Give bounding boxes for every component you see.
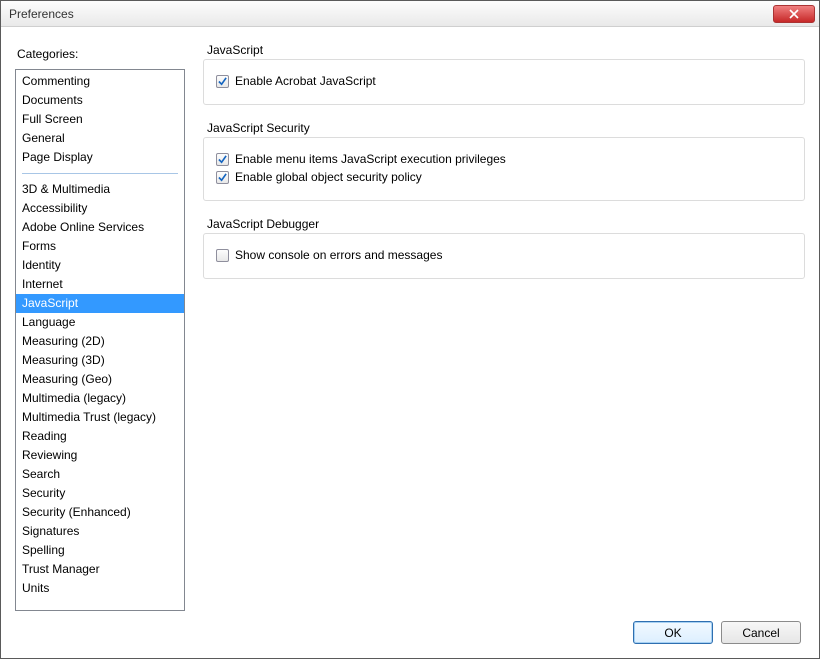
category-item[interactable]: Commenting (16, 72, 184, 91)
group-box-javascript-debugger: Show console on errors and messages (203, 233, 805, 279)
category-item[interactable]: Internet (16, 275, 184, 294)
category-item[interactable]: Reviewing (16, 446, 184, 465)
category-item[interactable]: Forms (16, 237, 184, 256)
category-item[interactable]: Spelling (16, 541, 184, 560)
category-item[interactable]: General (16, 129, 184, 148)
label-enable-acrobat-js: Enable Acrobat JavaScript (235, 74, 376, 88)
category-item[interactable]: Security (16, 484, 184, 503)
checkbox-enable-acrobat-js[interactable] (216, 75, 229, 88)
row-enable-global-object-security: Enable global object security policy (216, 170, 792, 184)
close-button[interactable] (773, 5, 815, 23)
category-item[interactable]: Security (Enhanced) (16, 503, 184, 522)
titlebar: Preferences (1, 1, 819, 27)
ok-button[interactable]: OK (633, 621, 713, 644)
category-item[interactable]: Adobe Online Services (16, 218, 184, 237)
category-item[interactable]: Documents (16, 91, 184, 110)
sidebar: Categories: CommentingDocumentsFull Scre… (15, 41, 185, 611)
category-item[interactable]: Measuring (3D) (16, 351, 184, 370)
settings-panel: JavaScript Enable Acrobat JavaScript Jav… (203, 41, 805, 611)
category-item[interactable]: Full Screen (16, 110, 184, 129)
category-item[interactable]: JavaScript (16, 294, 184, 313)
group-title-javascript-security: JavaScript Security (203, 121, 805, 135)
label-enable-global-object-security: Enable global object security policy (235, 170, 422, 184)
group-javascript-debugger: JavaScript Debugger Show console on erro… (203, 217, 805, 279)
category-item[interactable]: Page Display (16, 148, 184, 167)
category-item[interactable]: Accessibility (16, 199, 184, 218)
window-title: Preferences (9, 7, 773, 21)
category-item[interactable]: Identity (16, 256, 184, 275)
category-item[interactable]: Reading (16, 427, 184, 446)
row-enable-menu-items-js: Enable menu items JavaScript execution p… (216, 152, 792, 166)
category-item[interactable]: Multimedia (legacy) (16, 389, 184, 408)
category-item[interactable]: Measuring (Geo) (16, 370, 184, 389)
checkbox-enable-menu-items-js[interactable] (216, 153, 229, 166)
categories-label: Categories: (17, 47, 185, 61)
main-row: Categories: CommentingDocumentsFull Scre… (15, 41, 805, 611)
category-item[interactable]: Multimedia Trust (legacy) (16, 408, 184, 427)
label-show-console-on-errors: Show console on errors and messages (235, 248, 442, 262)
group-javascript: JavaScript Enable Acrobat JavaScript (203, 43, 805, 105)
category-separator (22, 173, 178, 174)
category-item[interactable]: Search (16, 465, 184, 484)
row-show-console-on-errors: Show console on errors and messages (216, 248, 792, 262)
group-box-javascript: Enable Acrobat JavaScript (203, 59, 805, 105)
dialog-footer: OK Cancel (15, 611, 805, 646)
preferences-window: Preferences Categories: CommentingDocume… (0, 0, 820, 659)
group-box-javascript-security: Enable menu items JavaScript execution p… (203, 137, 805, 201)
label-enable-menu-items-js: Enable menu items JavaScript execution p… (235, 152, 506, 166)
group-title-javascript: JavaScript (203, 43, 805, 57)
checkbox-enable-global-object-security[interactable] (216, 171, 229, 184)
row-enable-acrobat-js: Enable Acrobat JavaScript (216, 74, 792, 88)
category-item[interactable]: Units (16, 579, 184, 598)
cancel-button[interactable]: Cancel (721, 621, 801, 644)
checkbox-show-console-on-errors[interactable] (216, 249, 229, 262)
category-item[interactable]: Language (16, 313, 184, 332)
category-item[interactable]: 3D & Multimedia (16, 180, 184, 199)
close-icon (789, 9, 799, 19)
categories-listbox[interactable]: CommentingDocumentsFull ScreenGeneralPag… (15, 69, 185, 611)
group-javascript-security: JavaScript Security Enable menu items Ja… (203, 121, 805, 201)
category-item[interactable]: Measuring (2D) (16, 332, 184, 351)
group-title-javascript-debugger: JavaScript Debugger (203, 217, 805, 231)
dialog-body: Categories: CommentingDocumentsFull Scre… (1, 27, 819, 658)
category-item[interactable]: Trust Manager (16, 560, 184, 579)
category-item[interactable]: Signatures (16, 522, 184, 541)
